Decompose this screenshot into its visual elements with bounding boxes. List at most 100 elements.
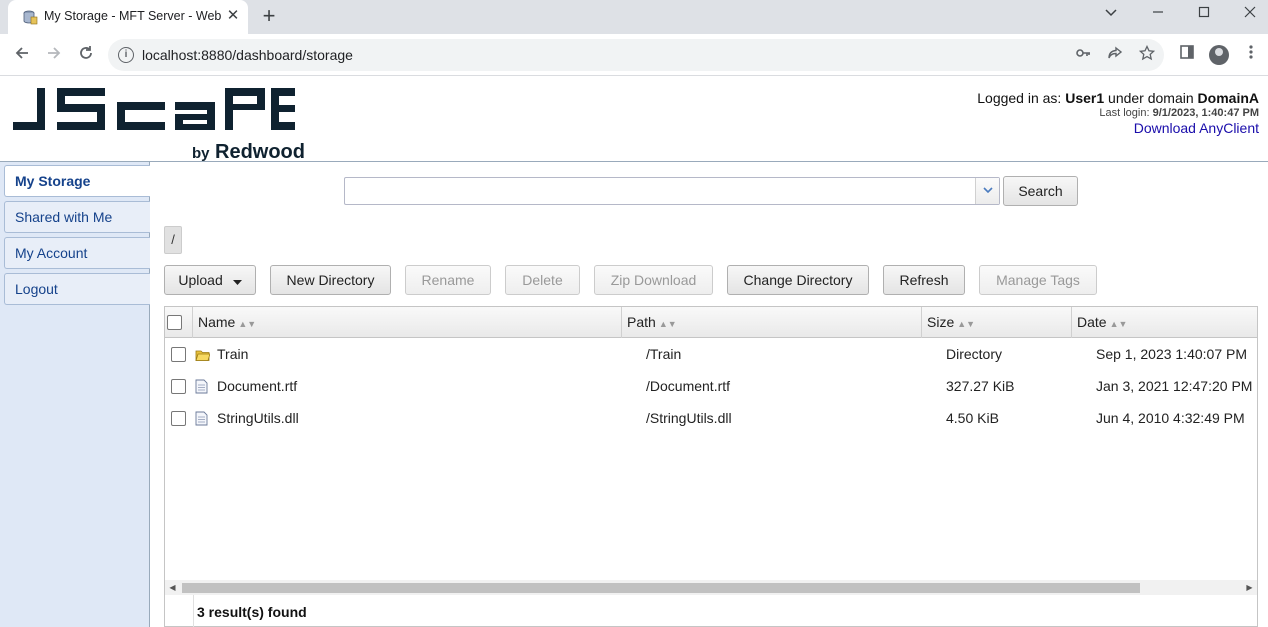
column-header-size[interactable]: Size ▲▼ — [922, 307, 1072, 338]
scroll-left-arrow-icon[interactable]: ◀ — [165, 580, 180, 595]
row-checkbox[interactable] — [171, 347, 186, 362]
search-dropdown-chevron-icon[interactable] — [975, 178, 999, 204]
file-name[interactable]: Train — [217, 338, 248, 370]
file-date: Jan 3, 2021 12:47:20 PM — [1096, 378, 1253, 394]
scroll-right-arrow-icon[interactable]: ▶ — [1242, 580, 1257, 595]
maximize-icon[interactable] — [1181, 0, 1227, 28]
results-count: 3 result(s) found — [197, 604, 307, 620]
sort-icon: ▲▼ — [1109, 319, 1128, 329]
zip-download-button[interactable]: Zip Download — [594, 265, 713, 295]
refresh-button[interactable]: Refresh — [883, 265, 965, 295]
sidebar-item-logout[interactable]: Logout — [4, 273, 150, 305]
last-login-value: 9/1/2023, 1:40:47 PM — [1152, 107, 1259, 119]
sort-icon: ▲▼ — [658, 319, 677, 329]
file-path: /StringUtils.dll — [646, 410, 732, 426]
last-login-label: Last login: — [1099, 107, 1153, 119]
address-bar[interactable]: i localhost:8880/dashboard/storage — [108, 39, 1164, 71]
file-name[interactable]: Document.rtf — [217, 370, 297, 402]
file-size: 327.27 KiB — [946, 378, 1015, 394]
forward-icon[interactable] — [40, 41, 68, 69]
browser-tab[interactable]: My Storage - MFT Server - Web ✕ — [8, 0, 248, 34]
upload-button[interactable]: Upload — [164, 265, 256, 295]
breadcrumb-root[interactable]: / — [164, 226, 182, 254]
side-panel-icon[interactable] — [1176, 44, 1198, 66]
site-info-icon[interactable]: i — [118, 47, 134, 63]
column-size-label: Size — [927, 314, 955, 330]
scrollbar-thumb[interactable] — [182, 583, 1140, 593]
footer-divider — [193, 595, 194, 627]
minimize-icon[interactable] — [1135, 0, 1181, 28]
jscape-logo: by Redwood — [13, 88, 305, 163]
search-input[interactable] — [344, 177, 1000, 205]
column-name-label: Name — [198, 314, 236, 330]
rename-button[interactable]: Rename — [405, 265, 491, 295]
reload-icon[interactable] — [72, 41, 100, 69]
sidebar-item-my-storage[interactable]: My Storage — [4, 165, 150, 197]
jscape-wordmark-icon — [13, 88, 295, 130]
user-info: Logged in as: User1 under domain DomainA… — [977, 90, 1259, 136]
header-checkbox-cell — [165, 307, 193, 338]
search-button[interactable]: Search — [1003, 176, 1078, 206]
file-name[interactable]: StringUtils.dll — [217, 402, 299, 434]
browser-tabstrip: My Storage - MFT Server - Web ✕ + — [0, 0, 1268, 34]
domain-name: DomainA — [1197, 90, 1259, 106]
table-row[interactable]: Train /Train Directory Sep 1, 2023 1:40:… — [165, 338, 1257, 370]
tab-close-icon[interactable]: ✕ — [224, 7, 242, 25]
tab-title: My Storage - MFT Server - Web — [44, 9, 222, 23]
logo-by-text: by — [192, 145, 210, 162]
table-row[interactable]: Document.rtf /Document.rtf 327.27 KiB Ja… — [165, 370, 1257, 402]
sidebar-item-shared-with-me[interactable]: Shared with Me — [4, 201, 150, 233]
column-header-date[interactable]: Date ▲▼ — [1072, 307, 1257, 338]
new-directory-button[interactable]: New Directory — [270, 265, 391, 295]
column-path-label: Path — [627, 314, 656, 330]
folder-icon — [195, 350, 210, 361]
logged-in-prefix: Logged in as: — [977, 90, 1066, 106]
column-header-path[interactable]: Path ▲▼ — [622, 307, 922, 338]
sidebar-item-my-account[interactable]: My Account — [4, 237, 150, 269]
domain-prefix: under domain — [1104, 90, 1198, 106]
kebab-menu-icon[interactable] — [1240, 44, 1262, 66]
row-checkbox[interactable] — [171, 379, 186, 394]
grid-header: Name ▲▼ Path ▲▼ Size ▲▼ Date ▲▼ — [165, 307, 1257, 338]
file-icon — [195, 411, 208, 426]
bookmark-star-icon[interactable] — [1136, 44, 1158, 67]
row-checkbox[interactable] — [171, 411, 186, 426]
file-path: /Document.rtf — [646, 378, 731, 394]
file-size: 4.50 KiB — [946, 410, 999, 426]
share-icon[interactable] — [1104, 45, 1126, 67]
app-header: by Redwood Logged in as: User1 under dom… — [0, 77, 1268, 163]
key-icon[interactable] — [1072, 45, 1094, 67]
delete-button[interactable]: Delete — [505, 265, 580, 295]
close-window-icon[interactable] — [1227, 0, 1268, 28]
database-favicon-icon — [23, 10, 38, 25]
sort-icon: ▲▼ — [957, 319, 976, 329]
browser-toolbar: i localhost:8880/dashboard/storage — [0, 34, 1268, 76]
file-date: Jun 4, 2010 4:32:49 PM — [1096, 410, 1245, 426]
last-login-line: Last login: 9/1/2023, 1:40:47 PM — [977, 107, 1259, 119]
file-date: Sep 1, 2023 1:40:07 PM — [1096, 346, 1247, 362]
file-icon — [195, 379, 208, 394]
upload-button-label: Upload — [178, 272, 223, 288]
column-header-name[interactable]: Name ▲▼ — [193, 307, 622, 338]
sort-icon: ▲▼ — [238, 319, 257, 329]
change-directory-button[interactable]: Change Directory — [727, 265, 869, 295]
file-grid: Name ▲▼ Path ▲▼ Size ▲▼ Date ▲▼ Train /Train… — [164, 306, 1258, 627]
column-date-label: Date — [1077, 314, 1107, 330]
horizontal-scrollbar[interactable]: ◀ ▶ — [165, 580, 1257, 595]
new-tab-icon[interactable]: + — [256, 4, 282, 30]
username: User1 — [1065, 90, 1105, 106]
file-path: /Train — [646, 346, 682, 362]
tab-search-chevron-icon[interactable] — [1088, 0, 1134, 28]
address-url[interactable]: localhost:8880/dashboard/storage — [142, 47, 353, 63]
logo-redwood-text: Redwood — [215, 141, 305, 163]
back-icon[interactable] — [8, 41, 36, 69]
select-all-checkbox[interactable] — [167, 315, 182, 330]
file-size: Directory — [946, 346, 1003, 362]
upload-caret-icon — [232, 267, 242, 295]
table-row[interactable]: StringUtils.dll /StringUtils.dll 4.50 Ki… — [165, 402, 1257, 434]
manage-tags-button[interactable]: Manage Tags — [979, 265, 1097, 295]
profile-avatar-icon[interactable] — [1208, 44, 1230, 66]
sidebar: My Storage Shared with Me My Account Log… — [0, 162, 150, 627]
logged-in-line: Logged in as: User1 under domain DomainA — [977, 90, 1259, 106]
download-anyclient-link[interactable]: Download AnyClient — [977, 120, 1259, 136]
